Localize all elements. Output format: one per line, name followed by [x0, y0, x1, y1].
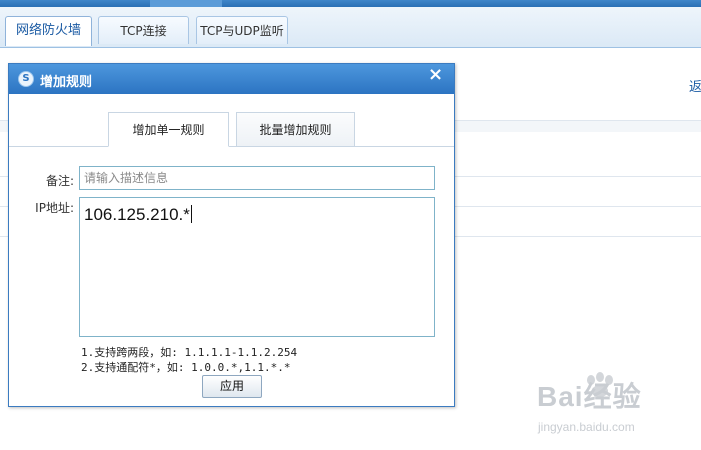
tab-batch-add-rules[interactable]: 批量增加规则	[236, 112, 355, 147]
tab-network-firewall[interactable]: 网络防火墙	[5, 16, 92, 46]
back-link[interactable]: 返	[689, 76, 701, 95]
top-menu-highlight	[150, 0, 222, 7]
tab-tcp-connections[interactable]: TCP连接	[98, 16, 189, 44]
hint-wildcard: 2.支持通配符*，如: 1.0.0.*,1.1.*.*	[81, 361, 291, 374]
watermark-url: jingyan.baidu.com	[538, 420, 635, 434]
watermark-brand: Bai经验	[537, 381, 642, 412]
apply-button[interactable]: 应用	[202, 375, 262, 398]
tab-add-single-rule[interactable]: 增加单一规则	[108, 112, 229, 147]
dialog-title-bar: S 增加规则 ×	[9, 64, 454, 94]
main-tab-strip: 网络防火墙 TCP连接 TCP与UDP监听	[0, 7, 701, 48]
add-rule-dialog: S 增加规则 × 增加单一规则 批量增加规则 备注: IP地址: 106.125…	[8, 63, 455, 407]
subtab-divider	[9, 146, 454, 147]
note-input[interactable]	[79, 166, 435, 190]
note-label: 备注:	[45, 174, 74, 188]
dialog-title: 增加规则	[40, 75, 93, 90]
tab-tcp-udp-listen[interactable]: TCP与UDP监听	[196, 16, 288, 44]
ip-label: IP地址:	[35, 201, 74, 215]
hint-range: 1.支持跨两段，如: 1.1.1.1-1.1.2.254	[81, 346, 298, 359]
close-icon[interactable]: ×	[428, 66, 443, 84]
app-logo-icon: S	[18, 71, 34, 87]
top-menu-strip	[0, 0, 701, 7]
ip-address-input[interactable]	[79, 197, 435, 337]
